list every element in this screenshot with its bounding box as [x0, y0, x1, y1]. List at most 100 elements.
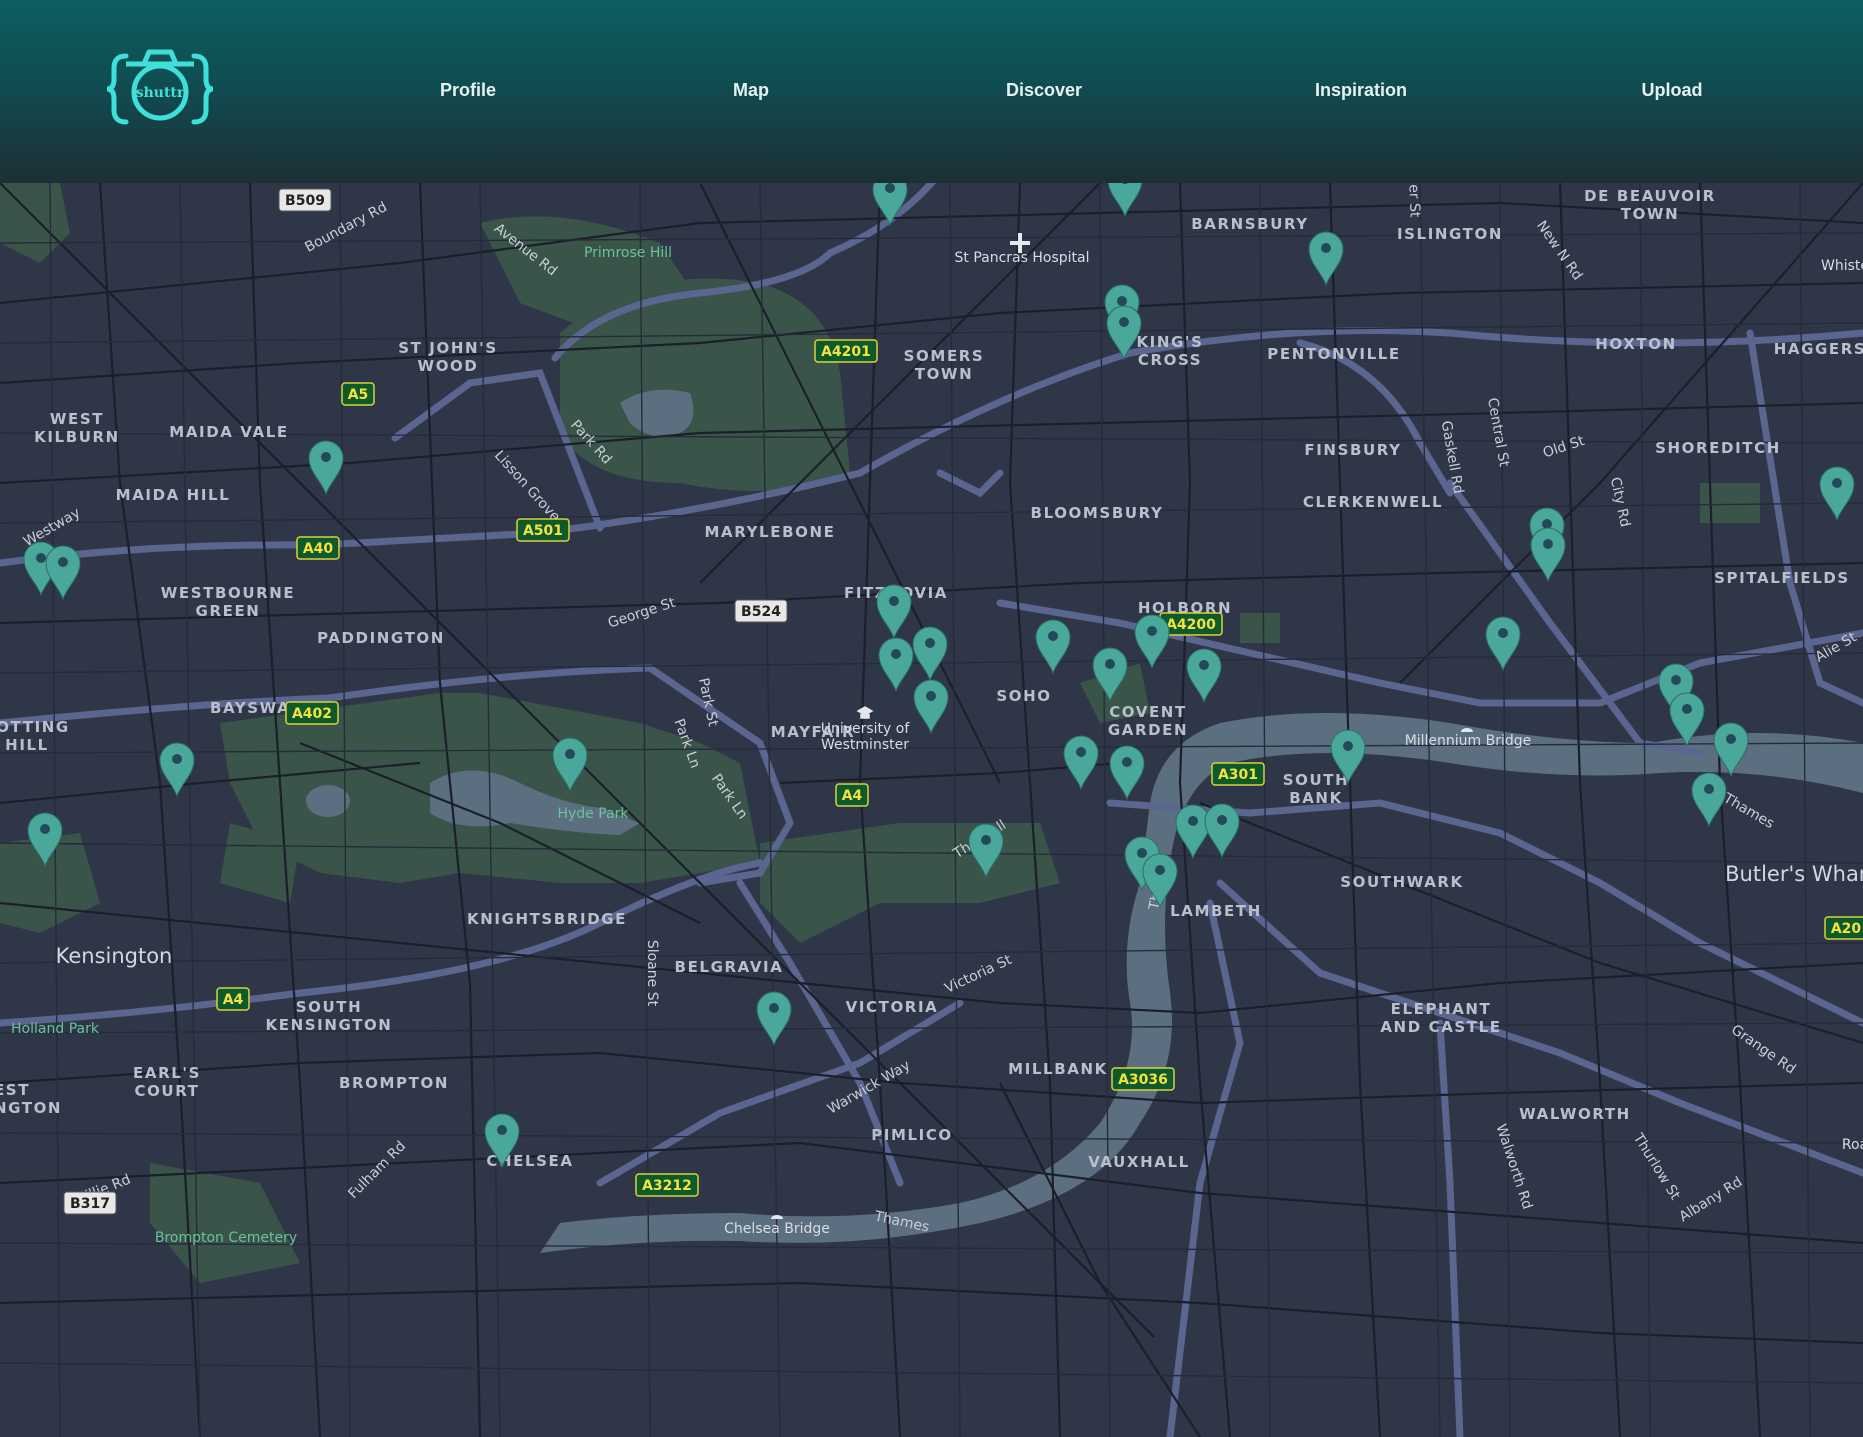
- district-label: HAGGERS: [1774, 340, 1863, 358]
- nav-discover[interactable]: Discover: [1006, 80, 1082, 101]
- district-label: OTTING: [0, 718, 70, 736]
- nav-upload[interactable]: Upload: [1642, 80, 1703, 101]
- road-shield-b524: B524: [734, 599, 788, 623]
- park-label: Hyde Park: [557, 806, 629, 822]
- district-label: EST: [0, 1081, 30, 1099]
- road-shield-label: A3212: [642, 1178, 692, 1194]
- road-shield-label: A501: [523, 523, 563, 539]
- poi-label: Westminster: [821, 737, 909, 753]
- park-label: Holland Park: [11, 1021, 100, 1037]
- district-label: BANK: [1289, 789, 1343, 807]
- district-label: GREEN: [196, 602, 261, 620]
- district-label: CLERKENWELL: [1303, 493, 1443, 511]
- park-label: Brompton Cemetery: [155, 1230, 297, 1246]
- road-shield-label: B524: [741, 604, 781, 620]
- district-label: LAMBETH: [1170, 902, 1262, 920]
- road-shield-a4201: A4201: [814, 339, 878, 363]
- road-shield-a402: A402: [285, 701, 339, 725]
- road-shield-label: A4200: [1166, 617, 1216, 633]
- road-shield-label: A5: [348, 387, 369, 403]
- district-label: DE BEAUVOIR: [1584, 187, 1716, 205]
- district-label: TOWN: [1621, 205, 1679, 223]
- district-label: GARDEN: [1108, 721, 1188, 739]
- road-shield-a3212: A3212: [635, 1173, 699, 1197]
- district-label: AND CASTLE: [1380, 1018, 1501, 1036]
- district-label: CROSS: [1138, 351, 1202, 369]
- district-label: WEST: [50, 410, 104, 428]
- district-label: SOUTH: [296, 998, 363, 1016]
- district-label: FINSBURY: [1304, 441, 1401, 459]
- district-label: COVENT: [1109, 703, 1187, 721]
- district-label: KING'S: [1136, 333, 1203, 351]
- top-nav-bar: shuttr Profile Map Discover Inspiration …: [0, 0, 1863, 183]
- district-label: WOOD: [418, 357, 479, 375]
- logo-text: shuttr: [136, 85, 185, 101]
- poi-label: University of: [821, 721, 911, 737]
- district-label: ST JOHN'S: [398, 339, 498, 357]
- road-shield-a501: A501: [516, 518, 570, 542]
- district-label: SHOREDITCH: [1655, 439, 1781, 457]
- road-shield-a4: A4: [835, 783, 869, 807]
- map-canvas[interactable]: DE BEAUVOIR TOWN BARNSBURY ISLINGTON ST JOHN…: [0, 183, 1863, 1437]
- district-label: SOUTH: [1283, 771, 1350, 789]
- place-label: Kensington: [56, 944, 173, 968]
- district-label: HILL: [5, 736, 49, 754]
- poi-label: Roa: [1842, 1137, 1863, 1153]
- district-label: WESTBOURNE: [161, 584, 296, 602]
- shuttr-logo-camera-icon[interactable]: shuttr: [104, 44, 216, 134]
- nav-map[interactable]: Map: [733, 80, 769, 101]
- district-label: NGTON: [0, 1099, 62, 1117]
- district-label: SOHO: [996, 687, 1051, 705]
- road-shield-label: A40: [303, 541, 334, 557]
- road-shield-label: A301: [1218, 767, 1258, 783]
- poi-label: Millennium Bridge: [1405, 733, 1532, 749]
- district-label: VICTORIA: [846, 998, 939, 1016]
- road-shield-a3036: A3036: [1111, 1067, 1175, 1091]
- district-label: PIMLICO: [871, 1126, 953, 1144]
- district-label: HOXTON: [1595, 335, 1676, 353]
- road-shield-a40: A40: [296, 536, 340, 560]
- district-label: MAIDA VALE: [169, 423, 288, 441]
- district-label: PENTONVILLE: [1267, 345, 1400, 363]
- district-label: SOUTHWARK: [1340, 873, 1464, 891]
- district-label: PADDINGTON: [317, 629, 445, 647]
- district-label: COURT: [134, 1082, 199, 1100]
- district-label: SOMERS: [904, 347, 985, 365]
- street-label: Sloane St: [644, 940, 660, 1007]
- road-shield-label: A3036: [1118, 1072, 1168, 1088]
- district-label: VAUXHALL: [1088, 1153, 1190, 1171]
- road-shield-b317: B317: [63, 1191, 117, 1215]
- park-label: Primrose Hill: [584, 245, 672, 261]
- road-shield-a4: A4: [216, 987, 250, 1011]
- district-label: KILBURN: [34, 428, 120, 446]
- map-svg[interactable]: DE BEAUVOIRTOWN BARNSBURY ISLINGTON ST JOHN…: [0, 183, 1863, 1437]
- district-label: BELGRAVIA: [675, 958, 784, 976]
- district-label: BROMPTON: [339, 1074, 449, 1092]
- district-label: ELEPHANT: [1391, 1000, 1492, 1018]
- district-label: MARYLEBONE: [705, 523, 836, 541]
- road-shield-a301: A301: [1211, 762, 1265, 786]
- road-shield-label: A4: [842, 788, 863, 804]
- poi-label: Chelsea Bridge: [724, 1221, 830, 1237]
- road-shield-a20: A20: [1824, 916, 1863, 940]
- nav-inspiration[interactable]: Inspiration: [1315, 80, 1407, 101]
- road-shield-label: A4: [223, 992, 244, 1008]
- district-label: KENSINGTON: [266, 1016, 393, 1034]
- district-label: SPITALFIELDS: [1714, 569, 1850, 587]
- district-label: KNIGHTSBRIDGE: [467, 910, 627, 928]
- road-shield-label: B509: [285, 193, 325, 209]
- district-label: MAIDA HILL: [116, 486, 231, 504]
- poi-label: Whiste: [1821, 258, 1863, 274]
- district-label: BARNSBURY: [1191, 215, 1309, 233]
- street-label: er St: [1405, 184, 1422, 218]
- district-label: ISLINGTON: [1397, 225, 1503, 243]
- road-shield-label: A20: [1831, 921, 1862, 937]
- road-shield-label: B317: [70, 1196, 110, 1212]
- road-shield-b509: B509: [278, 188, 332, 212]
- nav-profile[interactable]: Profile: [440, 80, 496, 101]
- district-label: WALWORTH: [1519, 1105, 1631, 1123]
- place-label: Butler's Wharf: [1725, 862, 1863, 886]
- road-shield-label: A402: [292, 706, 332, 722]
- district-label: MILLBANK: [1008, 1060, 1108, 1078]
- district-label: EARL'S: [133, 1064, 201, 1082]
